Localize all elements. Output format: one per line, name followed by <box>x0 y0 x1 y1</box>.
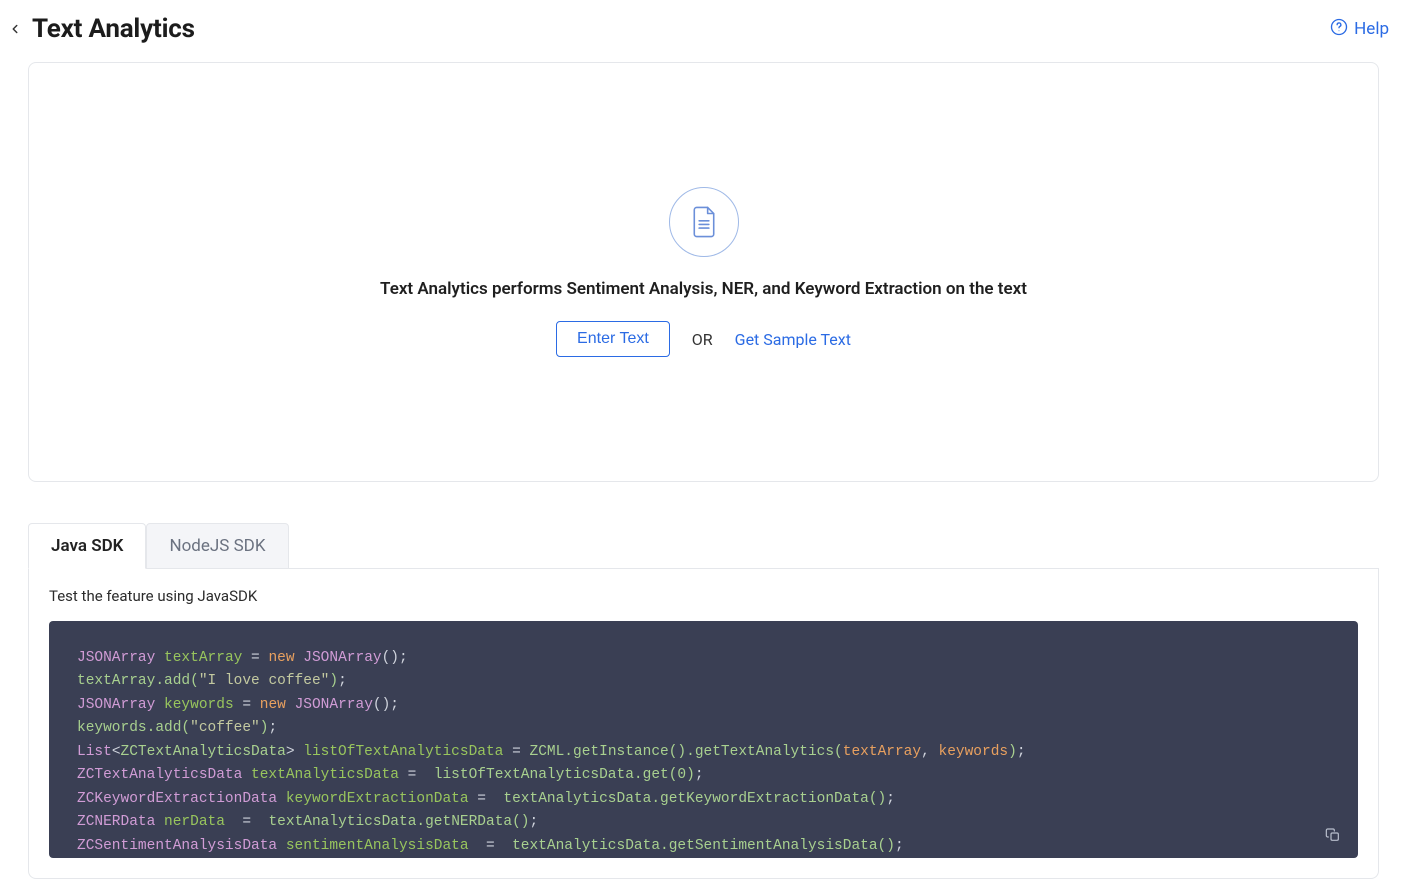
code-line: List<ZCTextAnalyticsData> listOfTextAnal… <box>77 741 1330 764</box>
sdk-tabs: Java SDK NodeJS SDK <box>28 522 1379 569</box>
page-title: Text Analytics <box>32 14 195 44</box>
code-line: ZCNERData nerData = textAnalyticsData.ge… <box>77 811 1330 834</box>
intro-card: Text Analytics performs Sentiment Analys… <box>28 62 1379 482</box>
get-sample-text-link[interactable]: Get Sample Text <box>735 330 851 349</box>
sdk-panel: Test the feature using JavaSDK JSONArray… <box>28 569 1379 879</box>
title-group: Text Analytics <box>6 14 195 44</box>
or-divider: OR <box>692 330 713 349</box>
intro-description: Text Analytics performs Sentiment Analys… <box>380 279 1027 299</box>
enter-text-button[interactable]: Enter Text <box>556 321 670 357</box>
panel-description: Test the feature using JavaSDK <box>49 587 1358 605</box>
help-icon <box>1330 18 1348 41</box>
page-header: Text Analytics Help <box>0 0 1407 52</box>
code-line: keywords.add("coffee"); <box>77 717 1330 740</box>
code-line: textArray.add("I love coffee"); <box>77 670 1330 693</box>
code-line: ZCSentimentAnalysisData sentimentAnalysi… <box>77 835 1330 858</box>
help-link[interactable]: Help <box>1330 18 1389 41</box>
tab-java-sdk[interactable]: Java SDK <box>28 523 146 569</box>
content-area: Text Analytics performs Sentiment Analys… <box>0 52 1407 879</box>
code-line: ZCTextAnalyticsData textAnalyticsData = … <box>77 764 1330 787</box>
code-line: ZCKeywordExtractionData keywordExtractio… <box>77 788 1330 811</box>
sdk-section: Java SDK NodeJS SDK Test the feature usi… <box>28 522 1379 879</box>
action-row: Enter Text OR Get Sample Text <box>556 321 851 357</box>
code-line: JSONArray textArray = new JSONArray(); <box>77 647 1330 670</box>
copy-icon[interactable] <box>1324 826 1342 844</box>
tab-nodejs-sdk[interactable]: NodeJS SDK <box>146 523 288 569</box>
code-block: JSONArray textArray = new JSONArray();te… <box>49 621 1358 858</box>
document-icon <box>669 187 739 257</box>
back-icon[interactable] <box>6 20 24 38</box>
help-label: Help <box>1354 19 1389 39</box>
code-line: JSONArray keywords = new JSONArray(); <box>77 694 1330 717</box>
